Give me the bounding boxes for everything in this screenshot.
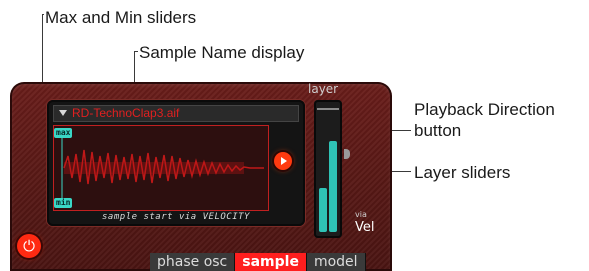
playback-direction-button[interactable] — [274, 152, 292, 170]
sample-display: RD-TechnoClap3.aif max min sample start … — [47, 100, 305, 226]
annotation-playback-line2: button — [414, 121, 462, 140]
layer-slider-right[interactable] — [329, 141, 337, 232]
waveform-view[interactable]: max min — [53, 125, 269, 211]
tab-sample[interactable]: sample — [235, 253, 307, 271]
callout-line — [42, 14, 44, 15]
synth-panel: RD-TechnoClap3.aif max min sample start … — [10, 82, 392, 271]
play-icon — [281, 157, 287, 165]
annotation-layer: Layer sliders — [414, 163, 511, 182]
max-slider[interactable]: max — [54, 128, 73, 138]
annotation-max-min: Max and Min sliders — [45, 8, 197, 27]
tab-model[interactable]: model — [306, 253, 366, 271]
layer-slider-left[interactable] — [319, 188, 327, 232]
via-label: via — [355, 210, 367, 219]
callout-line — [134, 51, 138, 52]
sample-name-display[interactable]: RD-TechnoClap3.aif — [53, 105, 299, 122]
annotation-playback-line1: Playback Direction — [414, 100, 555, 119]
layer-slider-track[interactable] — [314, 100, 342, 238]
power-button[interactable]: ⏻ — [17, 234, 41, 258]
annotation-sample-name: Sample Name display — [139, 43, 305, 62]
waveform-icon — [61, 130, 264, 206]
layer-title: layer — [308, 82, 339, 96]
min-slider[interactable]: min — [54, 198, 73, 208]
dropdown-triangle-icon[interactable] — [59, 110, 67, 116]
tab-phase-osc[interactable]: phase osc — [150, 253, 236, 271]
sample-name-text: RD-TechnoClap3.aif — [72, 106, 180, 120]
vel-label: Vel — [355, 220, 375, 235]
velocity-caption: sample start via VELOCITY — [102, 212, 250, 222]
layer-slider-top-handle[interactable] — [317, 108, 339, 110]
mode-tabs: phase osc sample model — [150, 253, 366, 271]
layer-side-handle[interactable] — [344, 149, 350, 159]
